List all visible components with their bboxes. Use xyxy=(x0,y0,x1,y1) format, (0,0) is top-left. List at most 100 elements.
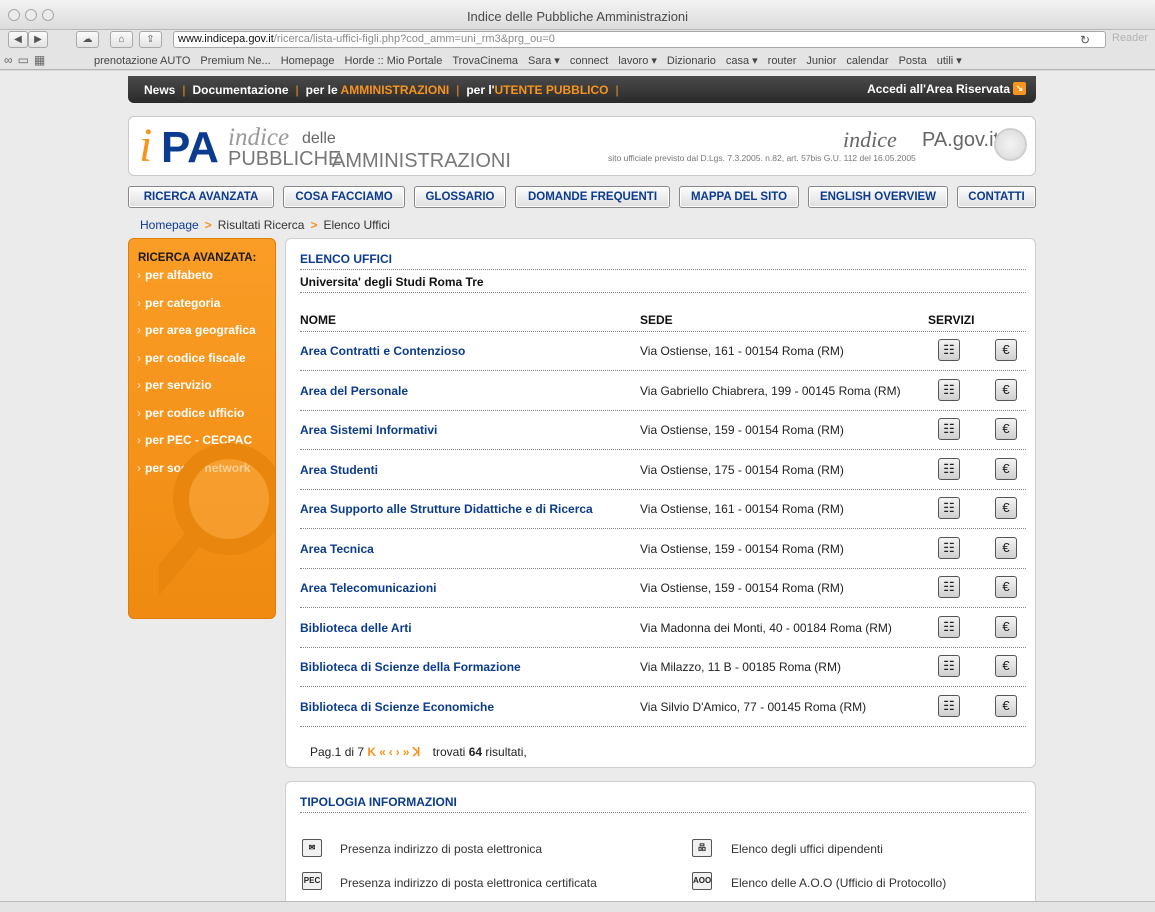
office-name-link[interactable]: Biblioteca delle Arti xyxy=(300,621,412,635)
org-chart-icon[interactable]: ☷ xyxy=(938,655,960,677)
menu-domande-frequenti[interactable]: DOMANDE FREQUENTI xyxy=(515,186,670,208)
last-page-icon[interactable]: ꓘ xyxy=(412,745,420,759)
office-name-link[interactable]: Area Supporto alle Strutture Didattiche … xyxy=(300,502,593,516)
sidebar-item[interactable]: › per categoria xyxy=(137,296,220,310)
column-sede: SEDE xyxy=(640,313,673,327)
aoo-icon[interactable]: € xyxy=(995,655,1017,677)
menu-glossario[interactable]: GLOSSARIO xyxy=(414,186,506,208)
nav-amministrazioni[interactable]: per le AMMINISTRAZIONI xyxy=(306,83,450,97)
sidebar-item[interactable]: › per codice fiscale xyxy=(137,351,246,365)
top-sites-icon[interactable]: ▦ xyxy=(34,53,50,67)
menu-ricerca-avanzata[interactable]: RICERCA AVANZATA xyxy=(128,186,274,208)
bookmark-item[interactable]: Horde :: Mio Portale xyxy=(345,55,443,67)
office-address: Via Milazzo, 11 B - 00185 Roma (RM) xyxy=(640,660,841,674)
home-icon[interactable]: ⌂ xyxy=(110,31,133,48)
first-page-icon[interactable]: K xyxy=(367,745,376,759)
logo-pubbliche: PUBBLICHE xyxy=(228,148,342,170)
bookmark-item[interactable]: router xyxy=(768,55,797,67)
breadcrumb-risultati[interactable]: Risultati Ricerca xyxy=(218,218,305,232)
bookmark-item[interactable]: Sara ▾ xyxy=(528,55,560,67)
org-chart-icon[interactable]: ☷ xyxy=(938,576,960,598)
forward-button[interactable]: ▶ xyxy=(28,31,48,48)
sidebar-item[interactable]: › per alfabeto xyxy=(137,268,213,282)
aoo-icon[interactable]: € xyxy=(995,418,1017,440)
bookmark-item[interactable]: prenotazione AUTO xyxy=(94,55,190,67)
browser-toolbar: ◀ ▶ ☁ ⌂ ⇪ www.indicepa.gov.it/ricerca/li… xyxy=(0,30,1155,50)
org-chart-icon[interactable]: ☷ xyxy=(938,536,960,559)
nav-news[interactable]: News xyxy=(144,83,175,97)
reader-button[interactable]: Reader xyxy=(1112,32,1148,44)
prev-page-icon[interactable]: ‹ xyxy=(389,745,393,759)
menu-english-overview[interactable]: ENGLISH OVERVIEW xyxy=(808,186,948,208)
prev-block-icon[interactable]: « xyxy=(379,745,386,759)
magnifier-icon xyxy=(159,443,275,596)
bookmark-item[interactable]: calendar xyxy=(846,55,888,67)
org-chart-icon: 品 xyxy=(692,839,712,857)
menu-contatti[interactable]: CONTATTI xyxy=(957,186,1036,208)
bookmark-item[interactable]: Dizionario xyxy=(667,55,716,67)
office-name-link[interactable]: Area Sistemi Informativi xyxy=(300,423,437,437)
bookmark-item[interactable]: connect xyxy=(570,55,609,67)
bookmarks-book-icon[interactable]: ▭ xyxy=(18,53,34,67)
org-chart-icon[interactable]: ☷ xyxy=(938,339,960,361)
aoo-icon[interactable]: € xyxy=(995,339,1017,361)
nav-utente-pubblico[interactable]: per l'UTENTE PUBBLICO xyxy=(466,83,608,97)
bookmarks-bar: ∞▭▦ prenotazione AUTO Premium Ne... Homepa… xyxy=(0,50,1155,70)
next-page-icon[interactable]: › xyxy=(396,745,400,759)
sidebar-item-label: per area geografica xyxy=(145,323,256,337)
org-chart-icon[interactable]: ☷ xyxy=(938,497,960,519)
menu-cosa-facciamo[interactable]: COSA FACCIAMO xyxy=(283,186,405,208)
aoo-icon[interactable]: € xyxy=(995,536,1017,559)
share-icon[interactable]: ⇪ xyxy=(139,31,162,48)
aoo-icon[interactable]: € xyxy=(995,457,1017,480)
org-chart-icon[interactable]: ☷ xyxy=(938,457,960,480)
nav-documentazione[interactable]: Documentazione xyxy=(192,83,288,97)
bookmark-item[interactable]: lavoro ▾ xyxy=(618,55,657,67)
bookmark-item[interactable]: utili ▾ xyxy=(937,55,962,67)
bookmark-item[interactable]: Premium Ne... xyxy=(200,55,270,67)
org-chart-icon[interactable]: ☷ xyxy=(938,615,960,638)
column-nome: NOME xyxy=(300,313,336,327)
login-link[interactable]: Accedi all'Area Riservata ↘ xyxy=(867,82,1026,96)
bookmark-item[interactable]: Posta xyxy=(899,55,927,67)
office-name-link[interactable]: Area Telecomunicazioni xyxy=(300,581,436,595)
sidebar-item[interactable]: › per codice ufficio xyxy=(137,406,244,420)
org-chart-icon[interactable]: ☷ xyxy=(938,418,960,440)
bookmark-item[interactable]: Homepage xyxy=(281,55,335,67)
sidebar-item[interactable]: › per area geografica xyxy=(137,323,256,337)
url-host: www.indicepa.gov.it xyxy=(178,33,274,45)
aoo-icon[interactable]: € xyxy=(995,378,1017,401)
breadcrumb-homepage[interactable]: Homepage xyxy=(140,218,199,232)
org-chart-icon[interactable]: ☷ xyxy=(938,378,960,401)
reading-list-icon[interactable]: ∞ xyxy=(4,53,18,67)
back-button[interactable]: ◀ xyxy=(8,31,28,48)
bookmark-item[interactable]: TrovaCinema xyxy=(452,55,518,67)
menu-mappa-del-sito[interactable]: MAPPA DEL SITO xyxy=(679,186,799,208)
office-name-link[interactable]: Area del Personale xyxy=(300,384,408,398)
office-name-link[interactable]: Area Contratti e Contenzioso xyxy=(300,344,465,358)
reload-icon[interactable]: ↻ xyxy=(1080,33,1090,47)
aoo-icon[interactable]: € xyxy=(995,497,1017,519)
cloud-icon[interactable]: ☁ xyxy=(76,31,99,48)
top-navigation: News | Documentazione | per le AMMINISTRAZIO… xyxy=(128,76,1036,103)
org-chart-icon[interactable]: ☷ xyxy=(938,694,960,717)
office-name-link[interactable]: Area Studenti xyxy=(300,463,378,477)
address-bar[interactable]: www.indicepa.gov.it/ricerca/lista-uffici… xyxy=(173,31,1106,48)
office-name-link[interactable]: Biblioteca di Scienze della Formazione xyxy=(300,660,521,674)
chevron-right-icon: › xyxy=(137,295,141,310)
sidebar-item[interactable]: › per servizio xyxy=(137,378,212,392)
login-arrow-icon: ↘ xyxy=(1013,82,1026,95)
office-address: Via Ostiense, 175 - 00154 Roma (RM) xyxy=(640,462,844,477)
next-block-icon[interactable]: » xyxy=(403,745,410,759)
bookmark-item[interactable]: casa ▾ xyxy=(726,55,758,67)
office-row: Area Sistemi Informativi Via Ostiense, 15… xyxy=(286,411,1036,450)
aoo-icon[interactable]: € xyxy=(995,694,1017,717)
office-row: Area del Personale Via Gabriello Chiabrer… xyxy=(286,372,1036,411)
aoo-icon[interactable]: € xyxy=(995,615,1017,638)
bookmark-item[interactable]: Junior xyxy=(806,55,836,67)
office-name-link[interactable]: Biblioteca di Scienze Economiche xyxy=(300,700,494,714)
office-name-link[interactable]: Area Tecnica xyxy=(300,542,374,556)
aoo-icon[interactable]: € xyxy=(995,576,1017,598)
office-address: Via Gabriello Chiabrera, 199 - 00145 Rom… xyxy=(640,383,901,398)
results-count: 64 xyxy=(468,745,483,759)
